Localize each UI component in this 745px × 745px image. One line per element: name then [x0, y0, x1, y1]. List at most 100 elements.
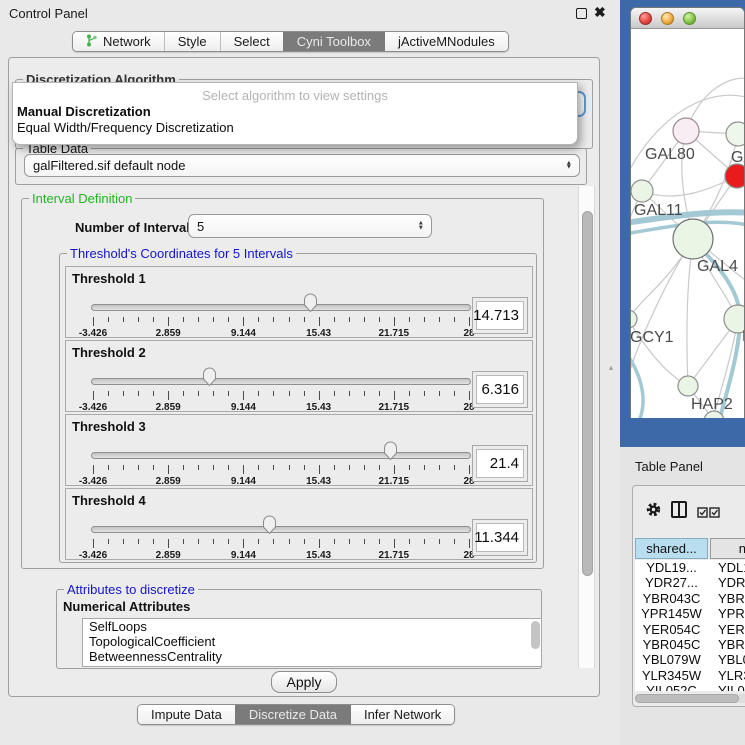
slider-tick	[153, 391, 154, 396]
network-node	[631, 180, 653, 202]
table-row[interactable]: YER054CYER054C	[635, 622, 745, 637]
control-panel-tabs: Network StyleSelectCyni Toolbox jActiveMNo…	[72, 31, 509, 52]
slider-tick	[304, 539, 305, 544]
slider-tick	[273, 317, 274, 322]
number-of-intervals-combo[interactable]: 5 ▲▼	[188, 214, 432, 238]
threshold-slider-thumb[interactable]	[202, 367, 217, 387]
slider-tick	[439, 317, 440, 322]
table-row[interactable]: YDR27...YDR27...	[635, 575, 745, 590]
table-horizontal-scrollbar[interactable]	[635, 694, 745, 703]
network-node	[673, 219, 713, 259]
close-icon[interactable]: ✖	[594, 4, 606, 21]
zoom-traffic-light-icon[interactable]	[683, 12, 696, 25]
threshold-value-field[interactable]: 21.4	[472, 445, 528, 482]
threshold-slider-thumb[interactable]	[383, 441, 398, 461]
tab-label: Discretize Data	[249, 707, 337, 722]
threshold-value-field[interactable]: 11.344	[472, 519, 528, 556]
threshold-value-field[interactable]: 14.713	[472, 297, 528, 334]
tab-label: Network	[103, 34, 151, 49]
table-horizontal-scrollbar-thumb[interactable]	[635, 694, 739, 703]
slider-tick	[183, 465, 184, 470]
slider-tick	[198, 465, 199, 470]
threshold-slider-thumb[interactable]	[303, 293, 318, 313]
tab-select[interactable]: Select	[220, 32, 283, 51]
slider-tick	[243, 465, 244, 474]
table-row[interactable]: YDL19...YDL19...	[635, 560, 745, 575]
tab-label: jActiveMNodules	[398, 34, 495, 49]
tab-jactivemnodules[interactable]: jActiveMNodules	[384, 32, 508, 51]
tab-infer-network[interactable]: Infer Network	[350, 705, 454, 724]
panel-scrollbar-thumb[interactable]	[582, 211, 593, 576]
numerical-attributes-list[interactable]: SelfLoopsTopologicalCoefficientBetweenne…	[82, 618, 542, 667]
algorithm-option[interactable]: Manual Discretization	[17, 104, 151, 119]
slider-tick-label: 9.144	[220, 402, 266, 413]
cell-shared-name: YBL079W	[635, 652, 708, 667]
interval-definition-group: Interval Definition Number of Intervals …	[21, 198, 544, 569]
slider-tick	[258, 465, 259, 470]
table-row[interactable]: YLR345WYLR345W	[635, 668, 745, 683]
tab-style[interactable]: Style	[164, 32, 220, 51]
threshold-slider-track[interactable]	[91, 378, 471, 385]
slider-tick-label: -3.426	[70, 328, 116, 339]
table-row[interactable]: YBR043CYBR043C	[635, 591, 745, 606]
float-window-icon[interactable]	[576, 8, 587, 19]
settings-gear-icon[interactable]	[645, 501, 662, 523]
slider-tick	[379, 465, 380, 470]
threshold-value-field[interactable]: 6.316	[472, 371, 528, 408]
threshold-slider-track[interactable]	[91, 526, 471, 533]
network-node	[678, 376, 698, 396]
network-window-titlebar[interactable]	[631, 8, 744, 29]
network-node-label: HAP2	[691, 396, 733, 413]
close-traffic-light-icon[interactable]	[639, 12, 652, 25]
column-checkbox-icon[interactable]	[709, 505, 720, 523]
threshold-value-text: 14.713	[476, 301, 524, 330]
slider-tick	[123, 539, 124, 544]
slider-tick	[273, 539, 274, 544]
slider-tick	[409, 539, 410, 544]
network-canvas[interactable]: GAL80GACGAL11GAL4GCY1HHAP2	[631, 29, 744, 418]
network-node-label: GA	[731, 149, 744, 166]
attribute-item[interactable]: TopologicalCoefficient	[83, 634, 541, 649]
table-row[interactable]: YIL052CYIL052C	[635, 683, 745, 691]
splitter-grabber[interactable]: ▴	[609, 364, 617, 372]
threshold-row: Threshold 4-3.4262.8599.14415.4321.71528…	[65, 488, 533, 560]
numerical-attributes-label: Numerical Attributes	[63, 599, 190, 614]
slider-tick	[258, 391, 259, 396]
threshold-row: Threshold 3-3.4262.8599.14415.4321.71528…	[65, 414, 533, 486]
apply-button[interactable]: Apply	[271, 671, 337, 693]
cell-name: YBR043C	[708, 591, 745, 606]
table-row[interactable]: YBL079WYBL079W	[635, 652, 745, 667]
attribute-item[interactable]: SelfLoops	[83, 619, 541, 634]
threshold-slider-track[interactable]	[91, 452, 471, 459]
table-row[interactable]: YPR145WYPR145W	[635, 606, 745, 621]
tab-discretize-data[interactable]: Discretize Data	[235, 705, 350, 724]
desktop-background: GAL80GACGAL11GAL4GCY1HHAP2	[620, 0, 745, 447]
attributes-list-scrollbar[interactable]	[531, 621, 540, 649]
slider-tick	[409, 391, 410, 396]
column-header[interactable]: name	[710, 538, 745, 559]
tab-network[interactable]: Network	[73, 32, 164, 51]
slider-tick	[424, 317, 425, 322]
column-header[interactable]: shared...	[635, 538, 708, 559]
panel-scrollbar[interactable]	[578, 186, 595, 668]
network-edge	[687, 239, 693, 386]
table-row[interactable]: YBR045CYBR045C	[635, 637, 745, 652]
threshold-slider-track[interactable]	[91, 304, 471, 311]
column-checkbox-icon[interactable]	[697, 505, 708, 523]
threshold-slider-thumb[interactable]	[262, 515, 277, 535]
slider-tick-label: -3.426	[70, 550, 116, 561]
split-view-icon[interactable]	[671, 501, 687, 518]
slider-tick	[138, 465, 139, 470]
slider-tick	[319, 317, 320, 326]
table-data-combo[interactable]: galFiltered.sif default node ▲▼	[24, 154, 580, 177]
table-rows[interactable]: YDL19...YDL19...YDR27...YDR27...YBR043CY…	[635, 560, 745, 691]
tab-label: Infer Network	[364, 707, 441, 722]
tab-impute-data[interactable]: Impute Data	[138, 705, 235, 724]
minimize-traffic-light-icon[interactable]	[661, 12, 674, 25]
attribute-item[interactable]: BetweennessCentrality	[83, 649, 541, 664]
tab-cyni-toolbox[interactable]: Cyni Toolbox	[283, 32, 384, 51]
table-toolbar	[633, 486, 745, 534]
tab-label: Impute Data	[151, 707, 222, 722]
algorithm-option[interactable]: Equal Width/Frequency Discretization	[17, 120, 234, 135]
slider-tick	[198, 317, 199, 322]
